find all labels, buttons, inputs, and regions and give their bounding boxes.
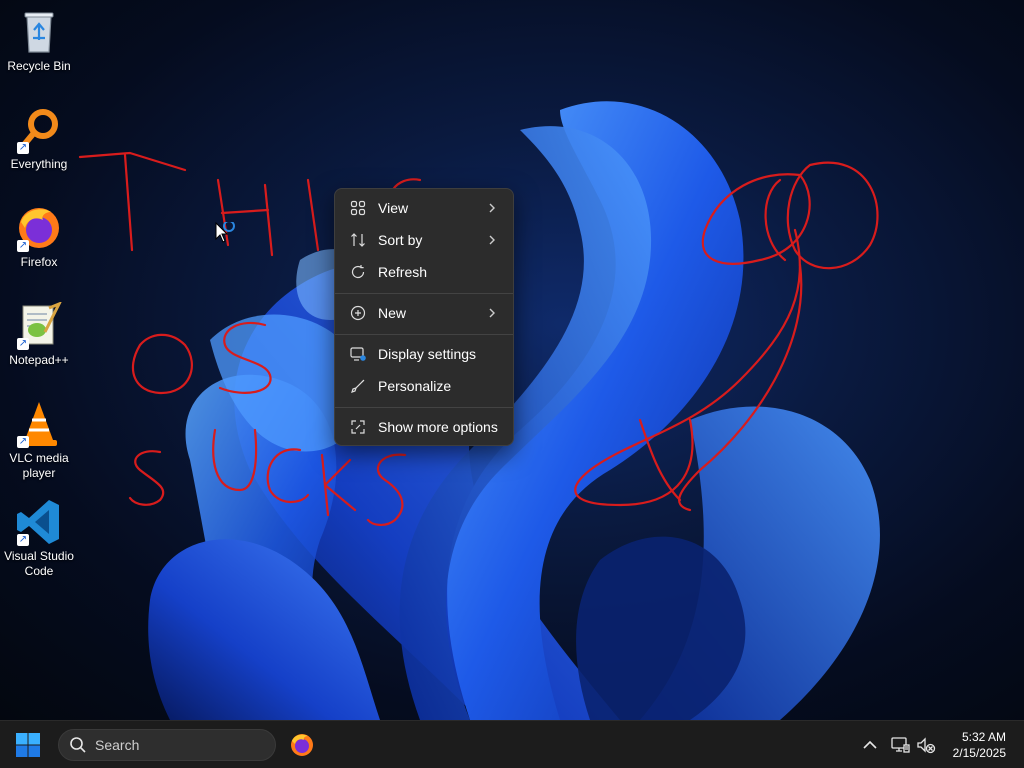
shortcut-arrow-icon: ↗ <box>17 436 29 448</box>
menu-item-refresh[interactable]: Refresh <box>339 257 509 287</box>
grid-view-icon <box>349 199 367 217</box>
notepad-plus-plus-icon: ↗ <box>15 301 63 350</box>
sort-icon <box>349 231 367 249</box>
search-placeholder: Search <box>95 737 140 753</box>
menu-item-label: New <box>378 305 407 321</box>
desktop-icon-label: Visual Studio Code <box>4 549 74 578</box>
shortcut-arrow-icon: ↗ <box>17 142 29 154</box>
taskbar-app-firefox[interactable] <box>286 729 318 761</box>
desktop-icon-vscode[interactable]: ↗ Visual Studio Code <box>0 498 78 579</box>
desktop-icon-label: Notepad++ <box>9 353 69 367</box>
menu-item-label: Sort by <box>378 232 423 248</box>
clock-date: 2/15/2025 <box>952 746 1006 760</box>
taskbar: Search 5:32 AM 2/15/2025 <box>0 720 1024 768</box>
taskbar-clock[interactable]: 5:32 AM 2/15/2025 <box>936 729 1006 761</box>
chevron-up-icon[interactable] <box>860 735 880 755</box>
vlc-icon: ↗ <box>15 400 63 448</box>
desktop-icon-everything[interactable]: ↗ Everything <box>0 106 78 172</box>
search-icon <box>70 737 86 753</box>
desktop[interactable]: Recycle Bin ↗ Everything ↗ Firefox ↗ Not… <box>0 0 1024 720</box>
menu-item-show-more-options[interactable]: Show more options <box>339 412 509 442</box>
menu-item-label: Refresh <box>378 264 428 280</box>
start-button[interactable] <box>14 731 42 759</box>
shortcut-arrow-icon: ↗ <box>17 240 29 252</box>
brush-icon <box>349 377 367 395</box>
desktop-icon-label: Everything <box>10 157 68 171</box>
desktop-icon-vlc[interactable]: ↗ VLC media player <box>0 400 78 481</box>
chevron-right-icon <box>489 235 495 245</box>
menu-item-label: Personalize <box>378 378 452 394</box>
menu-item-display-settings[interactable]: Display settings <box>339 339 509 369</box>
desktop-context-menu: View Sort by Refresh New Display setting… <box>334 188 514 446</box>
desktop-icon-notepad-plus-plus[interactable]: ↗ Notepad++ <box>0 301 78 368</box>
recycle-bin-icon <box>15 8 63 56</box>
firefox-icon: ↗ <box>15 204 63 252</box>
desktop-icon-recycle-bin[interactable]: Recycle Bin <box>0 8 78 74</box>
taskbar-search-box[interactable]: Search <box>58 729 276 761</box>
firefox-icon <box>291 734 313 756</box>
vscode-icon: ↗ <box>15 498 63 546</box>
menu-item-label: View <box>378 200 409 216</box>
plus-circle-icon <box>349 304 367 322</box>
display-settings-icon <box>349 345 367 363</box>
mouse-cursor-busy-icon <box>215 222 235 243</box>
everything-search-icon: ↗ <box>15 106 63 154</box>
clock-time: 5:32 AM <box>961 730 1006 744</box>
network-icon[interactable] <box>890 735 910 755</box>
menu-item-label: Show more options <box>378 419 498 435</box>
shortcut-arrow-icon: ↗ <box>17 338 29 350</box>
chevron-right-icon <box>489 203 495 213</box>
desktop-icon-label: VLC media player <box>9 451 69 480</box>
desktop-icon-label: Firefox <box>20 255 58 269</box>
menu-item-label: Display settings <box>378 346 477 362</box>
menu-item-new[interactable]: New <box>339 298 509 328</box>
menu-separator <box>335 293 513 294</box>
refresh-icon <box>349 263 367 281</box>
menu-separator <box>335 407 513 408</box>
menu-separator <box>335 334 513 335</box>
menu-item-view[interactable]: View <box>339 193 509 223</box>
chevron-right-icon <box>489 308 495 318</box>
windows-logo-icon <box>16 733 40 757</box>
menu-item-sort-by[interactable]: Sort by <box>339 225 509 255</box>
show-more-options-icon <box>349 418 367 436</box>
desktop-icon-firefox[interactable]: ↗ Firefox <box>0 204 78 270</box>
desktop-icon-label: Recycle Bin <box>7 59 71 73</box>
menu-item-personalize[interactable]: Personalize <box>339 371 509 401</box>
volume-muted-icon[interactable] <box>916 735 936 755</box>
shortcut-arrow-icon: ↗ <box>17 534 29 546</box>
